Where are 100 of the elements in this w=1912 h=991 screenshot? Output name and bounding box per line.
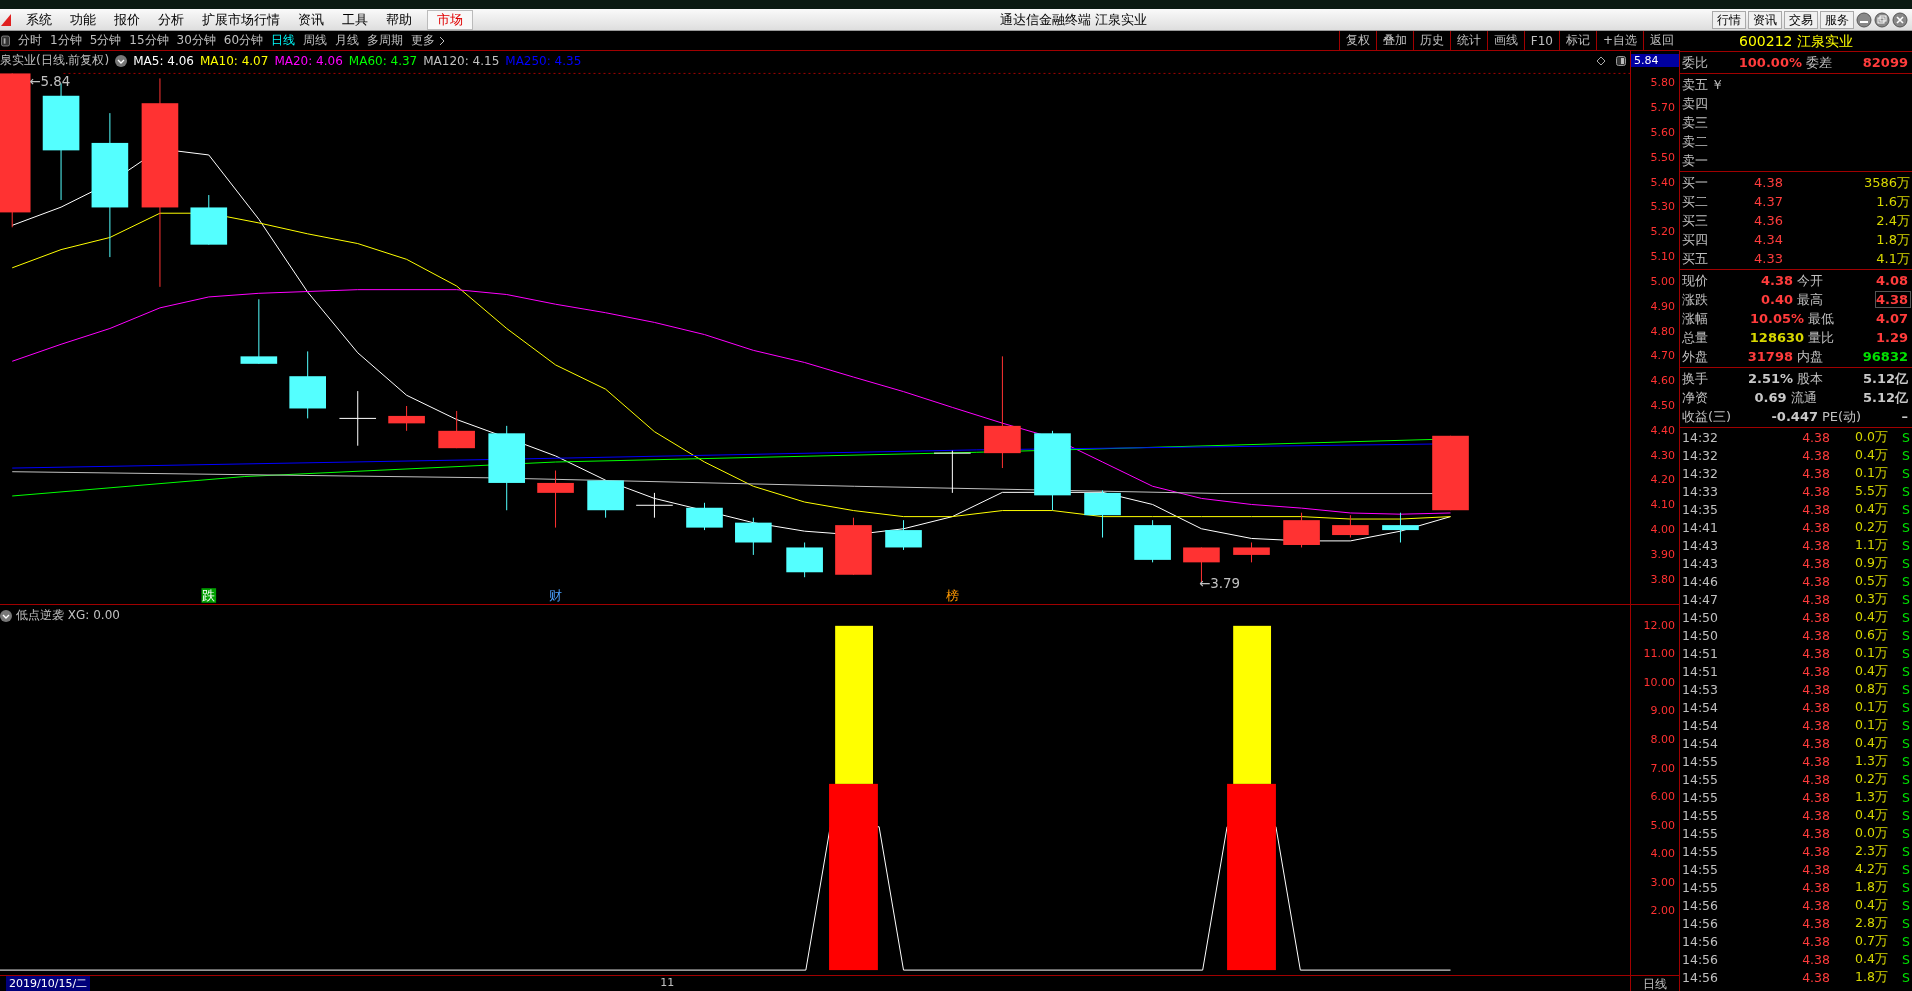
price-axis-label: 5.10	[1650, 251, 1675, 264]
toolbar-button[interactable]: 统计	[1449, 31, 1487, 50]
low-price-label: ←3.79	[1199, 576, 1241, 592]
bid-price: 4.38	[1754, 175, 1783, 190]
tick-price: 4.38	[1801, 753, 1830, 769]
bid-label: 买三	[1682, 211, 1708, 230]
bid-price: 4.37	[1754, 194, 1783, 209]
toolbar-button[interactable]: 叠加	[1375, 31, 1413, 50]
tick-side: S	[1902, 681, 1910, 697]
period-tab[interactable]: 周线	[299, 32, 332, 49]
period-tab[interactable]: 15分钟	[125, 32, 173, 49]
tick-side: S	[1902, 951, 1910, 967]
menu-item[interactable]: 工具	[333, 9, 377, 30]
tick-price: 4.38	[1801, 969, 1830, 985]
tick-volume: 0.1万	[1854, 698, 1888, 716]
tick-time: 14:56	[1682, 933, 1720, 949]
current-price-label: 5.84	[1631, 54, 1679, 67]
menu-item[interactable]: 扩展市场行情	[193, 9, 289, 30]
tick-time: 14:35	[1682, 501, 1720, 517]
chevron-right-icon[interactable]	[439, 35, 446, 46]
toolbar-button[interactable]: F10	[1523, 31, 1559, 50]
dropdown-icon[interactable]	[115, 54, 128, 67]
toolbar-button[interactable]: 历史	[1412, 31, 1450, 50]
tick-side: S	[1902, 807, 1910, 823]
tick-side: S	[1902, 483, 1910, 499]
menu-item[interactable]: 系统	[17, 9, 61, 30]
quote-value: 4.08	[1875, 273, 1909, 288]
quote-label: 流通	[1790, 388, 1817, 407]
price-axis-label: 5.80	[1650, 77, 1675, 90]
price-axis-label: 4.80	[1650, 325, 1675, 338]
menu-item[interactable]: 资讯	[289, 9, 333, 30]
menu-item[interactable]: 帮助	[377, 9, 421, 30]
tick-price: 4.38	[1801, 771, 1830, 787]
period-tab[interactable]: 1分钟	[46, 32, 86, 49]
restore-icon[interactable]	[1874, 11, 1890, 28]
tick-time: 14:55	[1682, 843, 1720, 859]
tick-price: 4.38	[1801, 465, 1830, 481]
currency-mark: ￥	[1711, 75, 1724, 94]
period-tab[interactable]: 更多	[407, 32, 440, 49]
panel-toggle-icon[interactable]	[1616, 55, 1626, 66]
title-bar-button[interactable]: 行情	[1712, 10, 1746, 29]
period-label: 日线	[1643, 977, 1667, 991]
tick-side: S	[1902, 519, 1910, 535]
price-axis-label: 5.20	[1650, 226, 1675, 239]
candlestick	[190, 194, 228, 246]
quote-value: 0.69	[1754, 390, 1788, 405]
tick-side: S	[1902, 429, 1910, 445]
period-tab[interactable]: 日线	[267, 32, 300, 49]
period-tab[interactable]: 5分钟	[85, 32, 126, 49]
cursor-date: 2019/10/15/二	[6, 976, 91, 991]
indicator-axis-label: 9.00	[1650, 705, 1675, 718]
indicator-axis-label: 6.00	[1650, 791, 1675, 804]
tick-volume: 0.1万	[1854, 716, 1888, 734]
toolbar-button[interactable]: 复权	[1338, 31, 1376, 50]
quote-value: 128630	[1749, 330, 1806, 345]
tick-volume: 0.4万	[1854, 896, 1888, 914]
tick-side: S	[1902, 933, 1910, 949]
tick-side: S	[1902, 447, 1910, 463]
toolbar-button[interactable]: +自选	[1595, 31, 1643, 50]
title-bar-button[interactable]: 服务	[1820, 10, 1854, 29]
menu-item[interactable]: 报价	[105, 9, 149, 30]
event-marker[interactable]: 财	[549, 588, 563, 604]
tick-side: S	[1902, 591, 1910, 607]
moving-average-value: MA10: 4.07	[199, 53, 269, 68]
toolbar-button[interactable]: 返回	[1643, 31, 1680, 50]
candlestick	[537, 470, 574, 529]
period-tab[interactable]: 分时	[14, 32, 46, 49]
quote-value: 5.12亿	[1862, 388, 1909, 407]
panel-toggle-icon[interactable]	[1, 34, 10, 47]
menu-item[interactable]: 市场	[427, 9, 473, 30]
title-bar-button[interactable]: 资讯	[1748, 10, 1782, 29]
diamond-icon[interactable]	[1596, 55, 1606, 66]
tick-price: 4.38	[1801, 501, 1830, 517]
tick-time: 14:41	[1682, 519, 1720, 535]
menu-item[interactable]: 分析	[149, 9, 193, 30]
minimize-icon[interactable]	[1856, 11, 1872, 28]
quote-label: 股本	[1797, 369, 1823, 388]
candlestick	[338, 390, 377, 447]
menu-item[interactable]: 功能	[61, 9, 105, 30]
bid-label: 买四	[1682, 230, 1708, 249]
toolbar-button[interactable]: 标记	[1558, 31, 1596, 50]
tick-time: 14:32	[1682, 465, 1720, 481]
period-tab[interactable]: 月线	[331, 32, 364, 49]
indicator-title: 低点逆袭 XG: 0.00	[16, 607, 120, 624]
close-icon[interactable]	[1892, 11, 1908, 28]
chart-title: 泉实业(日线.前复权)	[0, 52, 110, 69]
period-tab[interactable]: 多周期	[363, 32, 408, 49]
tick-price: 4.38	[1801, 717, 1830, 733]
dropdown-icon[interactable]	[0, 609, 12, 622]
period-tab[interactable]: 60分钟	[219, 32, 268, 49]
candlestick	[587, 479, 624, 519]
tick-price: 4.38	[1801, 897, 1830, 913]
price-axis-label: 5.40	[1650, 176, 1675, 189]
period-tab[interactable]: 30分钟	[172, 32, 220, 49]
quote-label: 涨跌	[1682, 290, 1708, 309]
event-marker[interactable]: 榜	[945, 588, 959, 604]
title-bar-button[interactable]: 交易	[1784, 10, 1818, 29]
bid-price: 4.34	[1754, 232, 1783, 247]
toolbar-button[interactable]: 画线	[1486, 31, 1524, 50]
tick-side: S	[1902, 645, 1910, 661]
